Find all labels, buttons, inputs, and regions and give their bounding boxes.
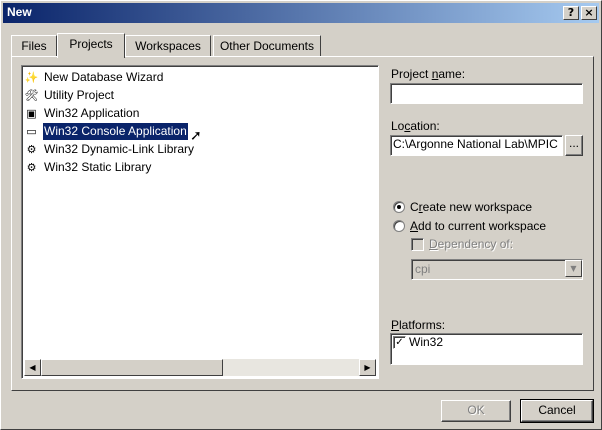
project-type-list[interactable]: ✨ New Database Wizard 🛠 Utility Project … [21, 65, 379, 379]
list-item-label: New Database Wizard [44, 70, 164, 84]
window-app-icon: ▣ [26, 107, 37, 120]
dialog-title: New [7, 5, 32, 19]
add-workspace-label[interactable]: Add to current workspace [410, 219, 546, 233]
tab-projects[interactable]: Projects [57, 33, 125, 58]
platform-checkbox[interactable]: ✓ [393, 336, 406, 349]
close-button[interactable]: × [581, 6, 597, 20]
library-icon: ⚙ [26, 161, 37, 174]
tab-files[interactable]: Files [11, 35, 57, 57]
tab-workspaces[interactable]: Workspaces [125, 35, 211, 57]
cancel-button[interactable]: Cancel [520, 399, 594, 423]
browse-button[interactable]: ... [565, 135, 583, 156]
location-label: Location: [391, 119, 440, 133]
create-workspace-label[interactable]: Create new workspace [410, 200, 532, 214]
project-name-label: Project name: [391, 67, 466, 81]
list-item-label: Win32 Static Library [44, 160, 152, 174]
platforms-label: Platforms: [391, 318, 446, 332]
console-icon: ▭ [26, 125, 37, 138]
project-name-input[interactable] [390, 83, 583, 104]
tools-icon: 🛠 [24, 89, 39, 102]
title-bar[interactable]: New ? × [3, 3, 599, 23]
dll-icon: ⚙ [26, 143, 37, 156]
tab-other-documents[interactable]: Other Documents [213, 35, 321, 57]
list-item-label: Win32 Dynamic-Link Library [44, 142, 195, 156]
scroll-left-button[interactable]: ◀ [24, 359, 41, 376]
scroll-right-button[interactable]: ▶ [359, 359, 376, 376]
list-item-label: Win32 Console Application [42, 122, 189, 141]
list-item-label: Win32 Application [44, 106, 140, 120]
horizontal-scrollbar[interactable]: ◀ ▶ [24, 359, 376, 376]
ok-button[interactable]: OK [441, 400, 511, 422]
platform-label: Win32 [409, 335, 444, 349]
mouse-pointer-icon: ➚ [190, 128, 202, 144]
list-item-label: Utility Project [44, 88, 115, 102]
add-workspace-radio[interactable] [393, 220, 405, 232]
scroll-thumb[interactable] [41, 359, 223, 376]
new-dialog: New ? × Files Projects Workspaces Other … [0, 0, 602, 430]
wand-icon: ✨ [24, 71, 39, 84]
dependency-checkbox[interactable] [411, 238, 424, 251]
create-workspace-radio[interactable] [393, 201, 405, 213]
platforms-list[interactable]: ✓ Win32 [390, 333, 583, 365]
help-button[interactable]: ? [563, 6, 579, 20]
location-input[interactable]: C:\Argonne National Lab\MPIC [390, 135, 563, 156]
dependency-label: Dependency of: [429, 237, 514, 251]
